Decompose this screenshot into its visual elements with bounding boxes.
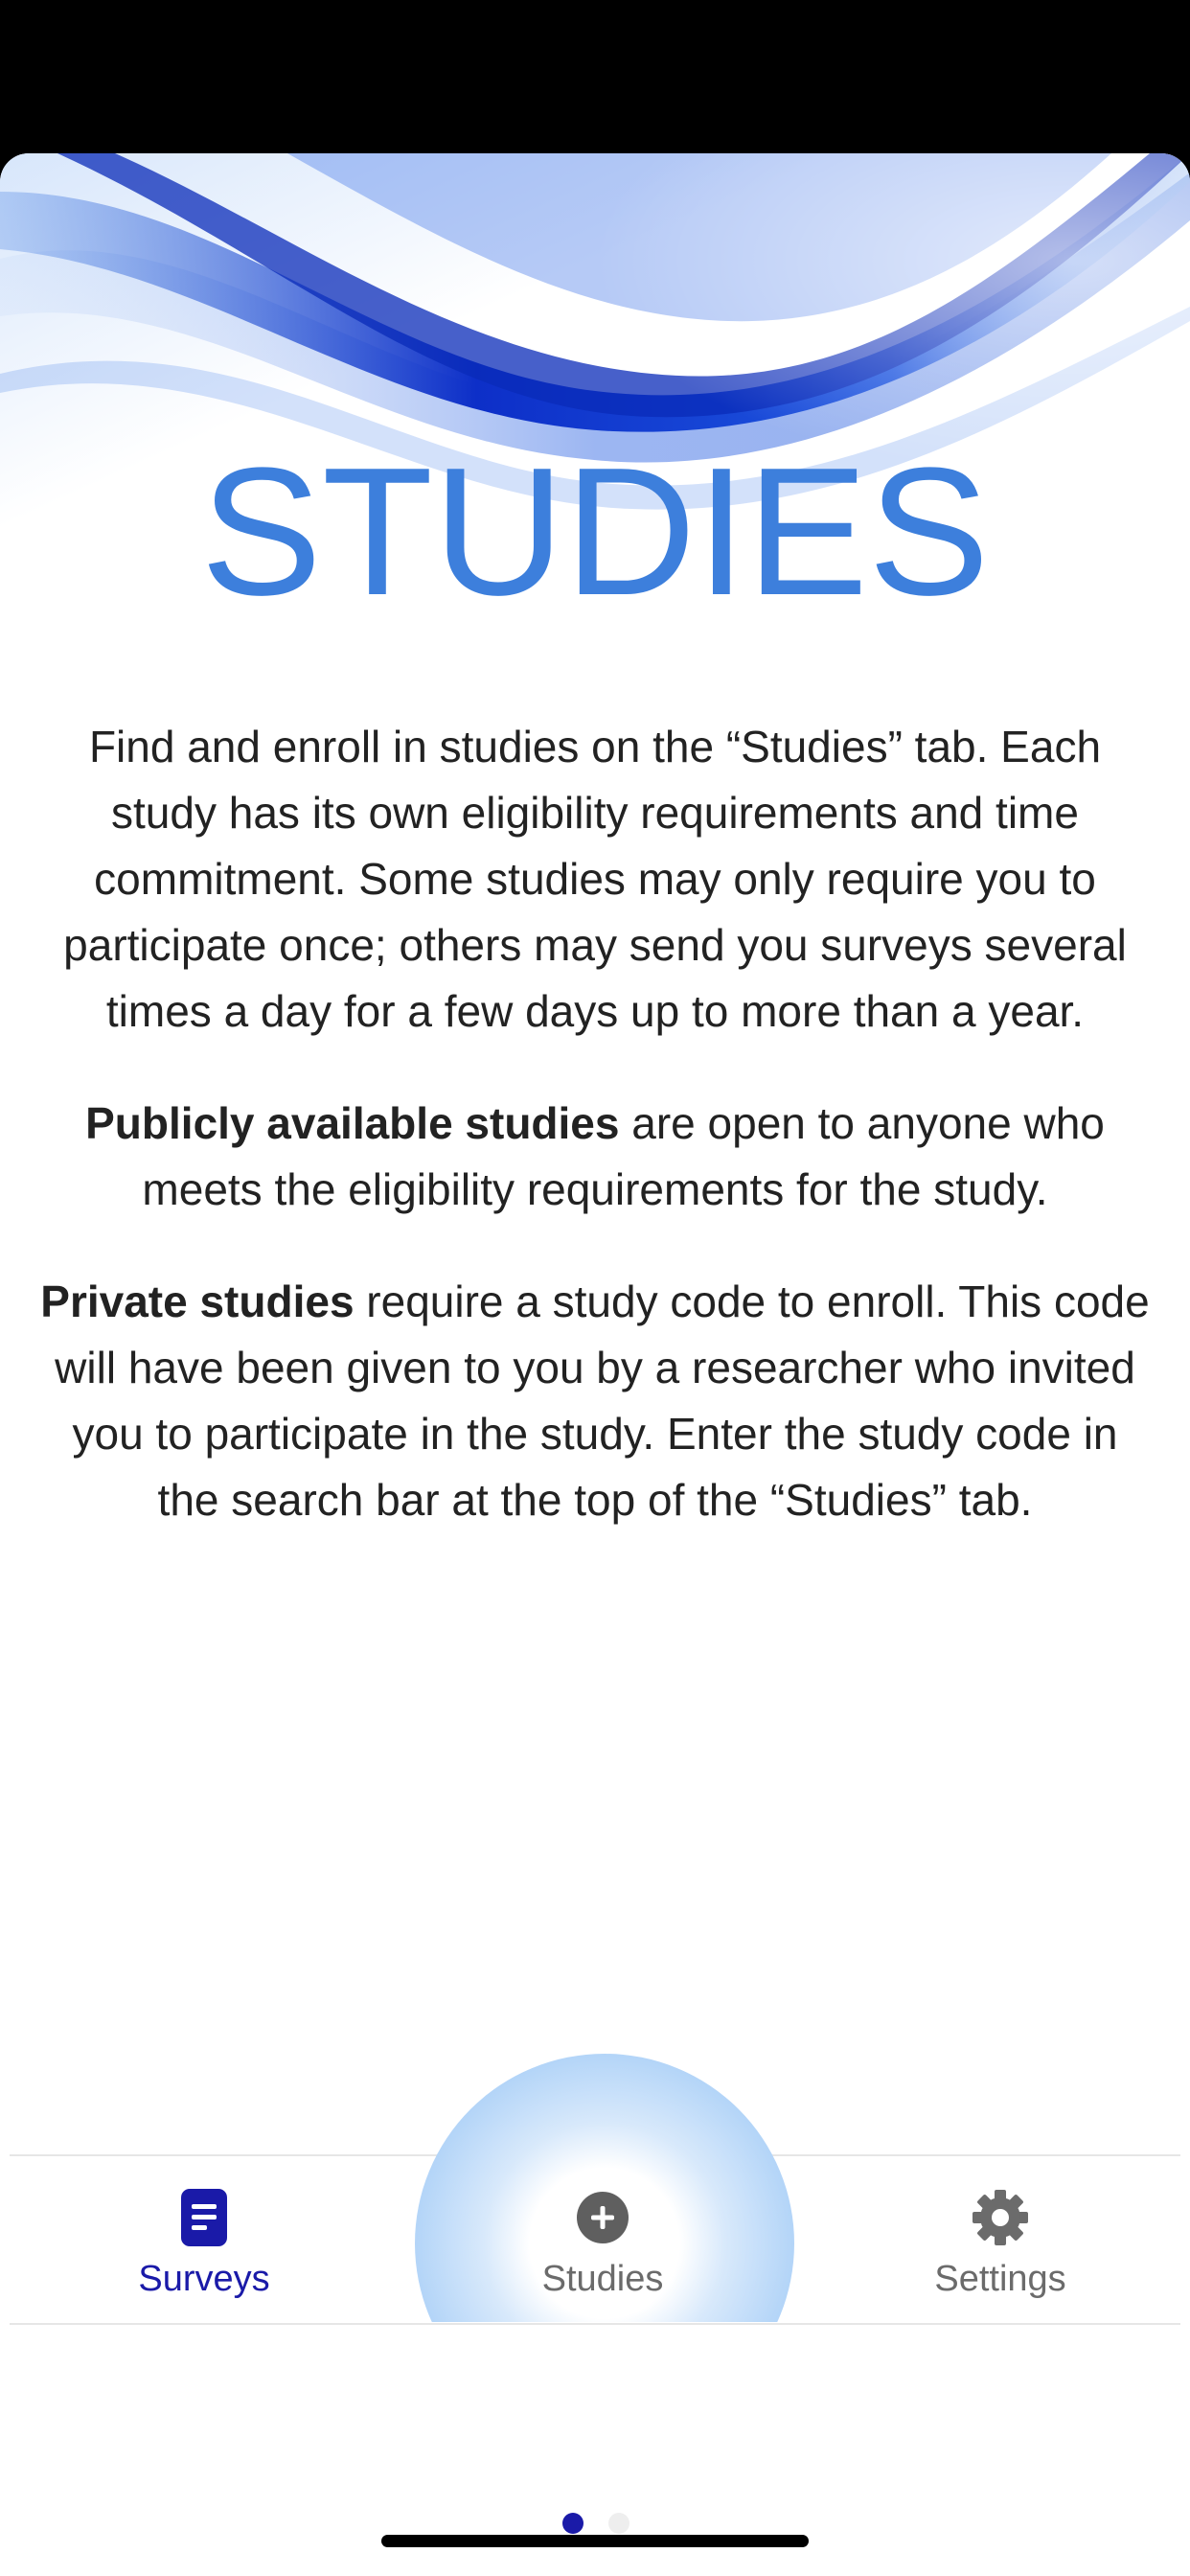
gear-icon [973, 2190, 1028, 2245]
intro-text: Find and enroll in studies on the “Studi… [38, 714, 1152, 1579]
plus-circle-icon [577, 2192, 629, 2243]
tab-surveys-label: Surveys [138, 2259, 270, 2299]
page-title: STUDIES [200, 430, 990, 633]
tab-studies-label: Studies [541, 2259, 664, 2299]
tab-surveys[interactable]: Surveys [60, 2187, 348, 2312]
document-icon [181, 2189, 227, 2246]
public-studies-term: Publicly available studies [85, 1098, 620, 1148]
page-indicator [562, 2513, 629, 2536]
public-studies-paragraph: Publicly available studies are open to a… [38, 1091, 1152, 1223]
tab-studies[interactable]: Studies [459, 2187, 746, 2312]
page-dot-active[interactable] [562, 2513, 584, 2534]
private-studies-paragraph: Private studies require a study code to … [38, 1269, 1152, 1533]
screen: STUDIES Find and enroll in studies on th… [0, 0, 1190, 2576]
hero-banner: STUDIES [0, 153, 1190, 690]
tab-settings[interactable]: Settings [857, 2187, 1144, 2312]
page-dot[interactable] [608, 2513, 629, 2534]
home-indicator[interactable] [381, 2535, 809, 2547]
tab-settings-label: Settings [934, 2259, 1066, 2299]
private-studies-term: Private studies [40, 1276, 355, 1326]
enroll-paragraph: Find and enroll in studies on the “Studi… [63, 722, 1127, 1036]
